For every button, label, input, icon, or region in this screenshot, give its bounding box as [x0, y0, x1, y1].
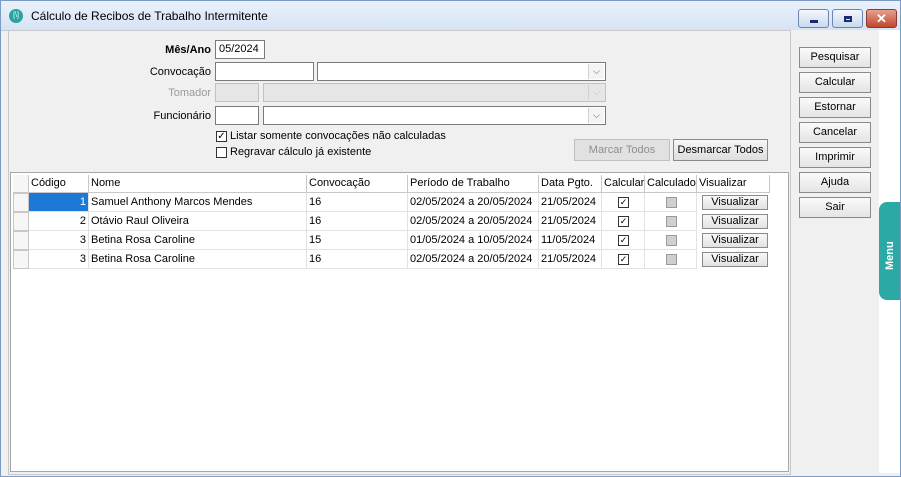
- calculado-checkbox: [666, 216, 677, 227]
- calcular-checkbox[interactable]: ✓: [618, 235, 629, 246]
- cell-periodo[interactable]: 01/05/2024 a 10/05/2024: [408, 231, 539, 250]
- listar-label: Listar somente convocações não calculada…: [230, 130, 446, 142]
- chevron-down-icon[interactable]: ⌵: [588, 64, 604, 79]
- regravar-label: Regravar cálculo já existente: [230, 146, 372, 158]
- column-header-nome[interactable]: Nome: [89, 175, 307, 193]
- tomador-label: Tomador: [168, 87, 211, 99]
- close-icon: ✕: [876, 11, 887, 26]
- column-header-convocacao[interactable]: Convocação: [307, 175, 408, 193]
- calcular-checkbox[interactable]: ✓: [618, 254, 629, 265]
- calcular-checkbox[interactable]: ✓: [618, 216, 629, 227]
- cell-data-pgto[interactable]: 21/05/2024: [539, 250, 602, 269]
- column-header-data-pgto[interactable]: Data Pgto.: [539, 175, 602, 193]
- column-header-codigo[interactable]: Código: [29, 175, 89, 193]
- mes-ano-label: Mês/Ano: [165, 44, 211, 56]
- imprimir-button[interactable]: Imprimir: [799, 147, 871, 168]
- column-header-periodo[interactable]: Período de Trabalho: [408, 175, 539, 193]
- column-header-visualizar[interactable]: Visualizar: [697, 175, 770, 193]
- action-panel: Pesquisar Calcular Estornar Cancelar Imp…: [790, 30, 880, 473]
- regravar-checkbox[interactable]: [216, 147, 227, 158]
- row-header[interactable]: [13, 193, 29, 212]
- calculado-checkbox: [666, 254, 677, 265]
- cell-data-pgto[interactable]: 21/05/2024: [539, 193, 602, 212]
- title-bar[interactable]: [\] Cálculo de Recibos de Trabalho Inter…: [1, 1, 900, 31]
- cell-nome[interactable]: Samuel Anthony Marcos Mendes: [89, 193, 307, 212]
- cell-convocacao[interactable]: 16: [307, 212, 408, 231]
- row-header[interactable]: [13, 212, 29, 231]
- funcionario-label: Funcionário: [153, 110, 211, 122]
- cell-data-pgto[interactable]: 21/05/2024: [539, 212, 602, 231]
- pesquisar-button[interactable]: Pesquisar: [799, 47, 871, 68]
- convocacao-dropdown[interactable]: ⌵: [317, 62, 606, 81]
- cell-nome[interactable]: Betina Rosa Caroline: [89, 250, 307, 269]
- window-title: Cálculo de Recibos de Trabalho Intermite…: [31, 9, 268, 23]
- row-header[interactable]: [13, 231, 29, 250]
- calcular-checkbox[interactable]: ✓: [618, 197, 629, 208]
- grid-corner: [13, 175, 29, 193]
- convocacao-code-input[interactable]: [215, 62, 314, 81]
- listar-checkbox[interactable]: ✓: [216, 131, 227, 142]
- cell-nome[interactable]: Otávio Raul Oliveira: [89, 212, 307, 231]
- menu-tab-label[interactable]: Menu: [880, 236, 900, 276]
- maximize-icon: [843, 15, 852, 22]
- calcular-button[interactable]: Calcular: [799, 72, 871, 93]
- cell-convocacao[interactable]: 16: [307, 250, 408, 269]
- cell-codigo[interactable]: 1: [29, 193, 89, 212]
- mes-ano-input[interactable]: 05/2024: [215, 40, 265, 59]
- cell-codigo[interactable]: 3: [29, 231, 89, 250]
- convocacoes-grid[interactable]: Código Nome Convocação Período de Trabal…: [10, 172, 789, 472]
- cell-periodo[interactable]: 02/05/2024 a 20/05/2024: [408, 250, 539, 269]
- cell-codigo[interactable]: 2: [29, 212, 89, 231]
- estornar-button[interactable]: Estornar: [799, 97, 871, 118]
- convocacao-label: Convocação: [149, 66, 211, 78]
- cell-data-pgto[interactable]: 11/05/2024: [539, 231, 602, 250]
- maximize-button[interactable]: [832, 9, 863, 28]
- ajuda-button[interactable]: Ajuda: [799, 172, 871, 193]
- tomador-dropdown: ⌵: [263, 83, 606, 102]
- chevron-down-icon[interactable]: ⌵: [588, 108, 604, 123]
- cell-codigo[interactable]: 3: [29, 250, 89, 269]
- visualizar-button[interactable]: Visualizar: [702, 233, 768, 248]
- calculado-checkbox: [666, 197, 677, 208]
- chevron-down-icon: ⌵: [588, 85, 604, 100]
- tomador-code-input: [215, 83, 259, 102]
- calculado-checkbox: [666, 235, 677, 246]
- row-header[interactable]: [13, 250, 29, 269]
- cell-nome[interactable]: Betina Rosa Caroline: [89, 231, 307, 250]
- sair-button[interactable]: Sair: [799, 197, 871, 218]
- close-button[interactable]: ✕: [866, 9, 897, 28]
- marcar-todos-button[interactable]: Marcar Todos: [574, 139, 670, 161]
- cell-periodo[interactable]: 02/05/2024 a 20/05/2024: [408, 193, 539, 212]
- cell-periodo[interactable]: 02/05/2024 a 20/05/2024: [408, 212, 539, 231]
- desmarcar-todos-label: Desmarcar Todos: [677, 144, 764, 156]
- visualizar-button[interactable]: Visualizar: [702, 195, 768, 210]
- minimize-icon: [809, 19, 818, 23]
- app-icon: [\]: [9, 9, 23, 23]
- column-header-calcular[interactable]: Calcular: [602, 175, 645, 193]
- cell-convocacao[interactable]: 15: [307, 231, 408, 250]
- visualizar-button[interactable]: Visualizar: [702, 252, 768, 267]
- visualizar-button[interactable]: Visualizar: [702, 214, 768, 229]
- marcar-todos-label: Marcar Todos: [588, 144, 656, 156]
- funcionario-code-input[interactable]: [215, 106, 259, 125]
- funcionario-dropdown[interactable]: ⌵: [263, 106, 606, 125]
- cancelar-button[interactable]: Cancelar: [799, 122, 871, 143]
- cell-convocacao[interactable]: 16: [307, 193, 408, 212]
- desmarcar-todos-button[interactable]: Desmarcar Todos: [673, 139, 768, 161]
- column-header-calculado[interactable]: Calculado: [645, 175, 697, 193]
- minimize-button[interactable]: [798, 9, 829, 28]
